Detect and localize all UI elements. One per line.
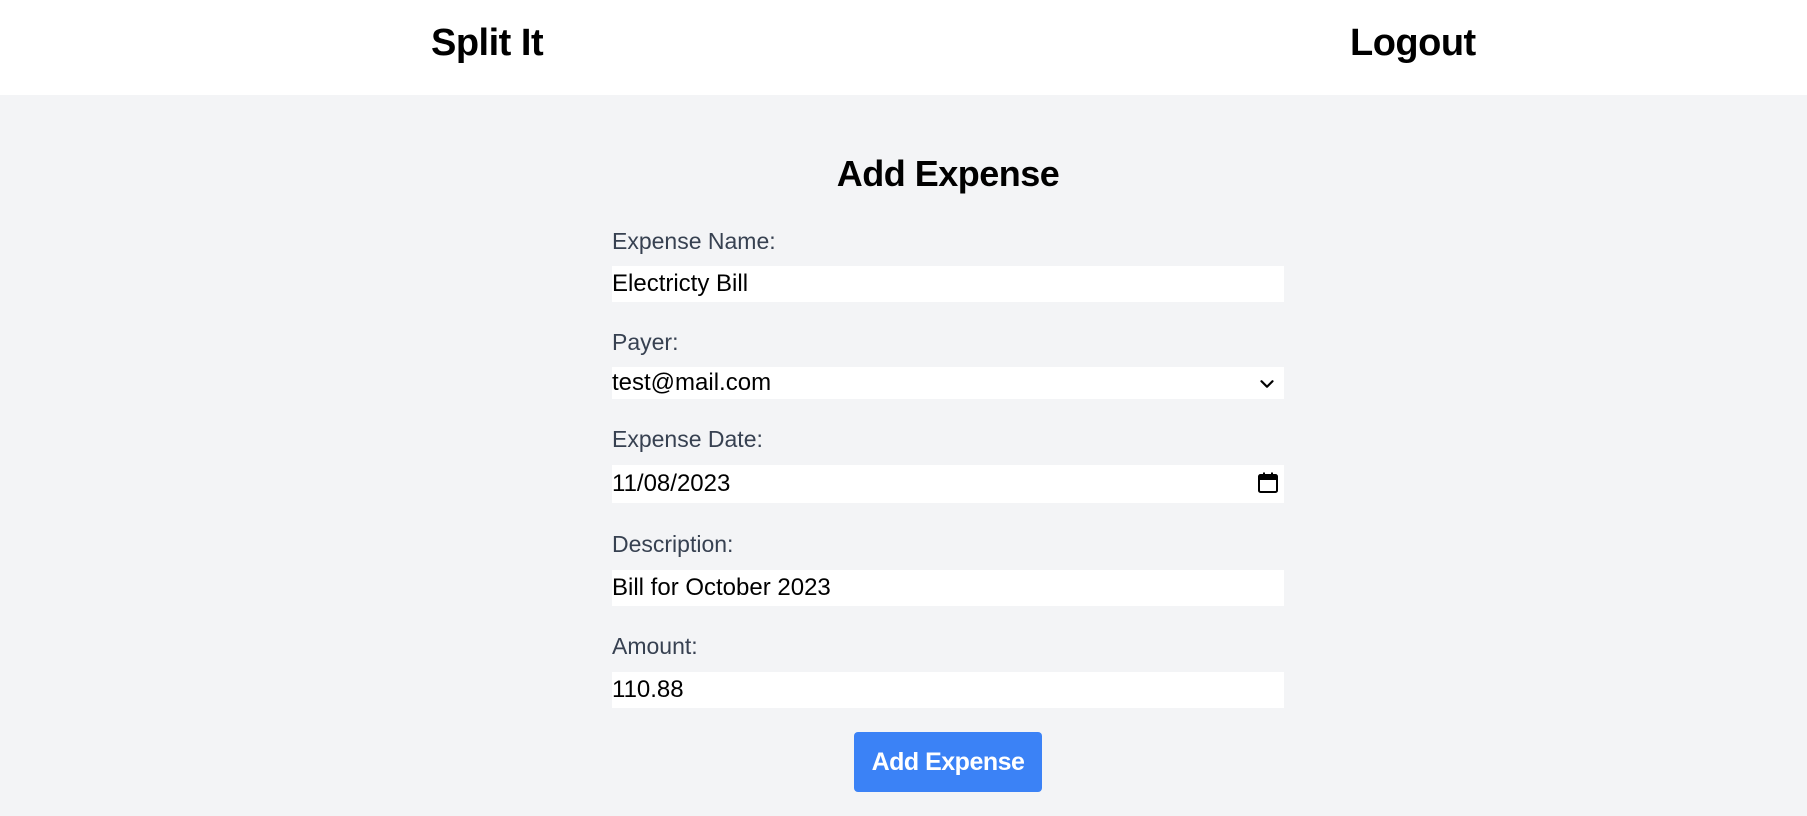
logout-link[interactable]: Logout — [1350, 22, 1476, 65]
page-title: Add Expense — [836, 153, 1060, 194]
expense-date-value: 11/08/2023 — [612, 470, 731, 497]
payer-select[interactable]: test@mail.com — [612, 367, 1284, 399]
add-expense-button[interactable]: Add Expense — [854, 732, 1042, 792]
description-value: Bill for October 2023 — [612, 574, 831, 601]
description-input[interactable]: Bill for October 2023 — [612, 570, 1284, 606]
expense-name-value: Electricty Bill — [612, 270, 749, 297]
top-nav: Split It Logout — [0, 0, 1807, 95]
expense-date-input[interactable]: 11/08/2023 — [612, 465, 1284, 503]
calendar-icon[interactable] — [1256, 471, 1280, 495]
amount-input[interactable]: 110.88 — [612, 672, 1284, 708]
expense-name-input[interactable]: Electricty Bill — [612, 266, 1284, 302]
amount-label: Amount: — [612, 633, 698, 659]
expense-name-label: Expense Name: — [612, 228, 776, 254]
payer-label: Payer: — [612, 329, 679, 355]
payer-value: test@mail.com — [612, 369, 772, 396]
chevron-down-icon — [1260, 380, 1274, 388]
description-label: Description: — [612, 531, 734, 557]
app-brand[interactable]: Split It — [431, 22, 544, 65]
expense-date-label: Expense Date: — [612, 426, 763, 452]
amount-value: 110.88 — [612, 676, 684, 703]
